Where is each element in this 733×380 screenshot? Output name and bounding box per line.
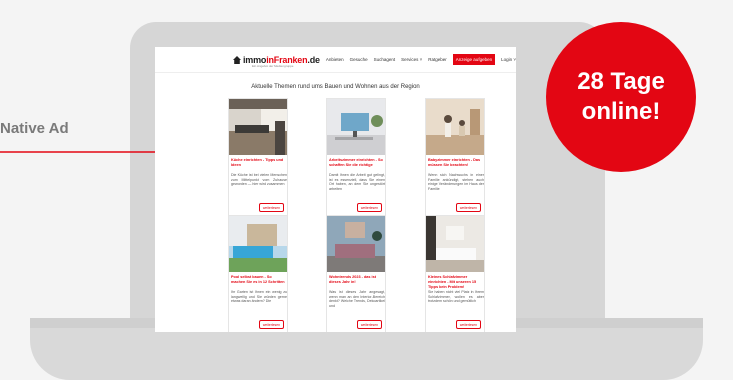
article-teaser: Die Küche ist bei vielen Menschen zum Mi… — [231, 173, 287, 187]
weiterlesen-button[interactable]: weiterlesen — [356, 320, 382, 329]
online-duration-badge: 28 Tage online! — [546, 22, 696, 172]
article-title[interactable]: Babyzimmer einrichten - Das müssen Sie b… — [428, 158, 484, 168]
nav-item-suchagent[interactable]: Suchagent — [374, 57, 396, 62]
article-title[interactable]: Küche einrichten - Tipps und Ideen — [231, 158, 287, 168]
bedroom-image[interactable] — [426, 216, 484, 272]
article-teaser: Ihr Garten ist Ihnen ein wenig zu langwe… — [231, 290, 287, 304]
native-ad-label: Native Ad — [0, 120, 69, 137]
article-title[interactable]: Arbeitszimmer einrichten - So schaffen S… — [329, 158, 385, 168]
section-title: Aktuelle Themen rund ums Bauen und Wohne… — [251, 84, 420, 90]
logo-text: immoinFranken.de — [243, 55, 320, 65]
weiterlesen-button[interactable]: weiterlesen — [258, 203, 284, 212]
article-title[interactable]: Wohntrends 2023 - das ist dieses Jahr in… — [329, 275, 385, 285]
nav-item-gesuche[interactable]: Gesuche — [350, 57, 368, 62]
article-card-pool[interactable]: Pool selbst bauen - So machen Sie es in … — [228, 215, 288, 332]
badge-line-2: online! — [581, 98, 661, 125]
article-teaser: Wenn sich Nachwuchs in einer Familie ank… — [428, 173, 484, 191]
logo-subline: Ein Angebot der Mediengruppe — [252, 64, 294, 68]
site-logo[interactable]: immoinFranken.de — [233, 55, 320, 65]
top-navigation: immoinFranken.de Anbieten Gesuche Suchag… — [155, 47, 516, 73]
article-card-bedroom[interactable]: Kleines Schlafzimmer einrichten - Mit un… — [425, 215, 485, 332]
weiterlesen-button[interactable]: weiterlesen — [258, 320, 284, 329]
logo-text-main: immo — [243, 54, 267, 65]
article-card-office[interactable]: Arbeitszimmer einrichten - So schaffen S… — [326, 98, 386, 216]
article-teaser: Was ist dieses Jahr angesagt, wenn man a… — [329, 290, 385, 308]
nursery-image[interactable] — [426, 99, 484, 155]
article-teaser: Damit Ihnen die Arbeit gut gelingt, ist … — [329, 173, 385, 191]
login-menu[interactable]: Login ˅ — [501, 57, 516, 62]
living-room-image[interactable] — [327, 216, 385, 272]
kitchen-image[interactable] — [229, 99, 287, 155]
article-title[interactable]: Kleines Schlafzimmer einrichten - Mit un… — [428, 275, 484, 290]
office-image[interactable] — [327, 99, 385, 155]
weiterlesen-button[interactable]: weiterlesen — [356, 203, 382, 212]
article-card-kitchen[interactable]: Küche einrichten - Tipps und Ideen Die K… — [228, 98, 288, 216]
article-card-trends[interactable]: Wohntrends 2023 - das ist dieses Jahr in… — [326, 215, 386, 332]
badge-line-1: 28 Tage — [577, 68, 665, 95]
website-screen: immoinFranken.de Anbieten Gesuche Suchag… — [155, 47, 516, 332]
house-icon — [233, 55, 241, 64]
anzeige-aufgeben-button[interactable]: Anzeige aufgeben — [452, 54, 496, 65]
logo-text-tld: .de — [307, 54, 320, 65]
article-teaser: Sie haben nicht viel Platz in Ihrem Schl… — [428, 290, 484, 304]
nav-item-ratgeber[interactable]: Ratgeber — [428, 57, 447, 62]
nav-item-anbieten[interactable]: Anbieten — [326, 57, 344, 62]
pool-image[interactable] — [229, 216, 287, 272]
article-title[interactable]: Pool selbst bauen - So machen Sie es in … — [231, 275, 287, 285]
logo-text-red: inFranken — [266, 54, 308, 65]
weiterlesen-button[interactable]: weiterlesen — [455, 203, 481, 212]
article-card-nursery[interactable]: Babyzimmer einrichten - Das müssen Sie b… — [425, 98, 485, 216]
nav-item-services[interactable]: Services ˅ — [401, 57, 422, 62]
weiterlesen-button[interactable]: weiterlesen — [455, 320, 481, 329]
